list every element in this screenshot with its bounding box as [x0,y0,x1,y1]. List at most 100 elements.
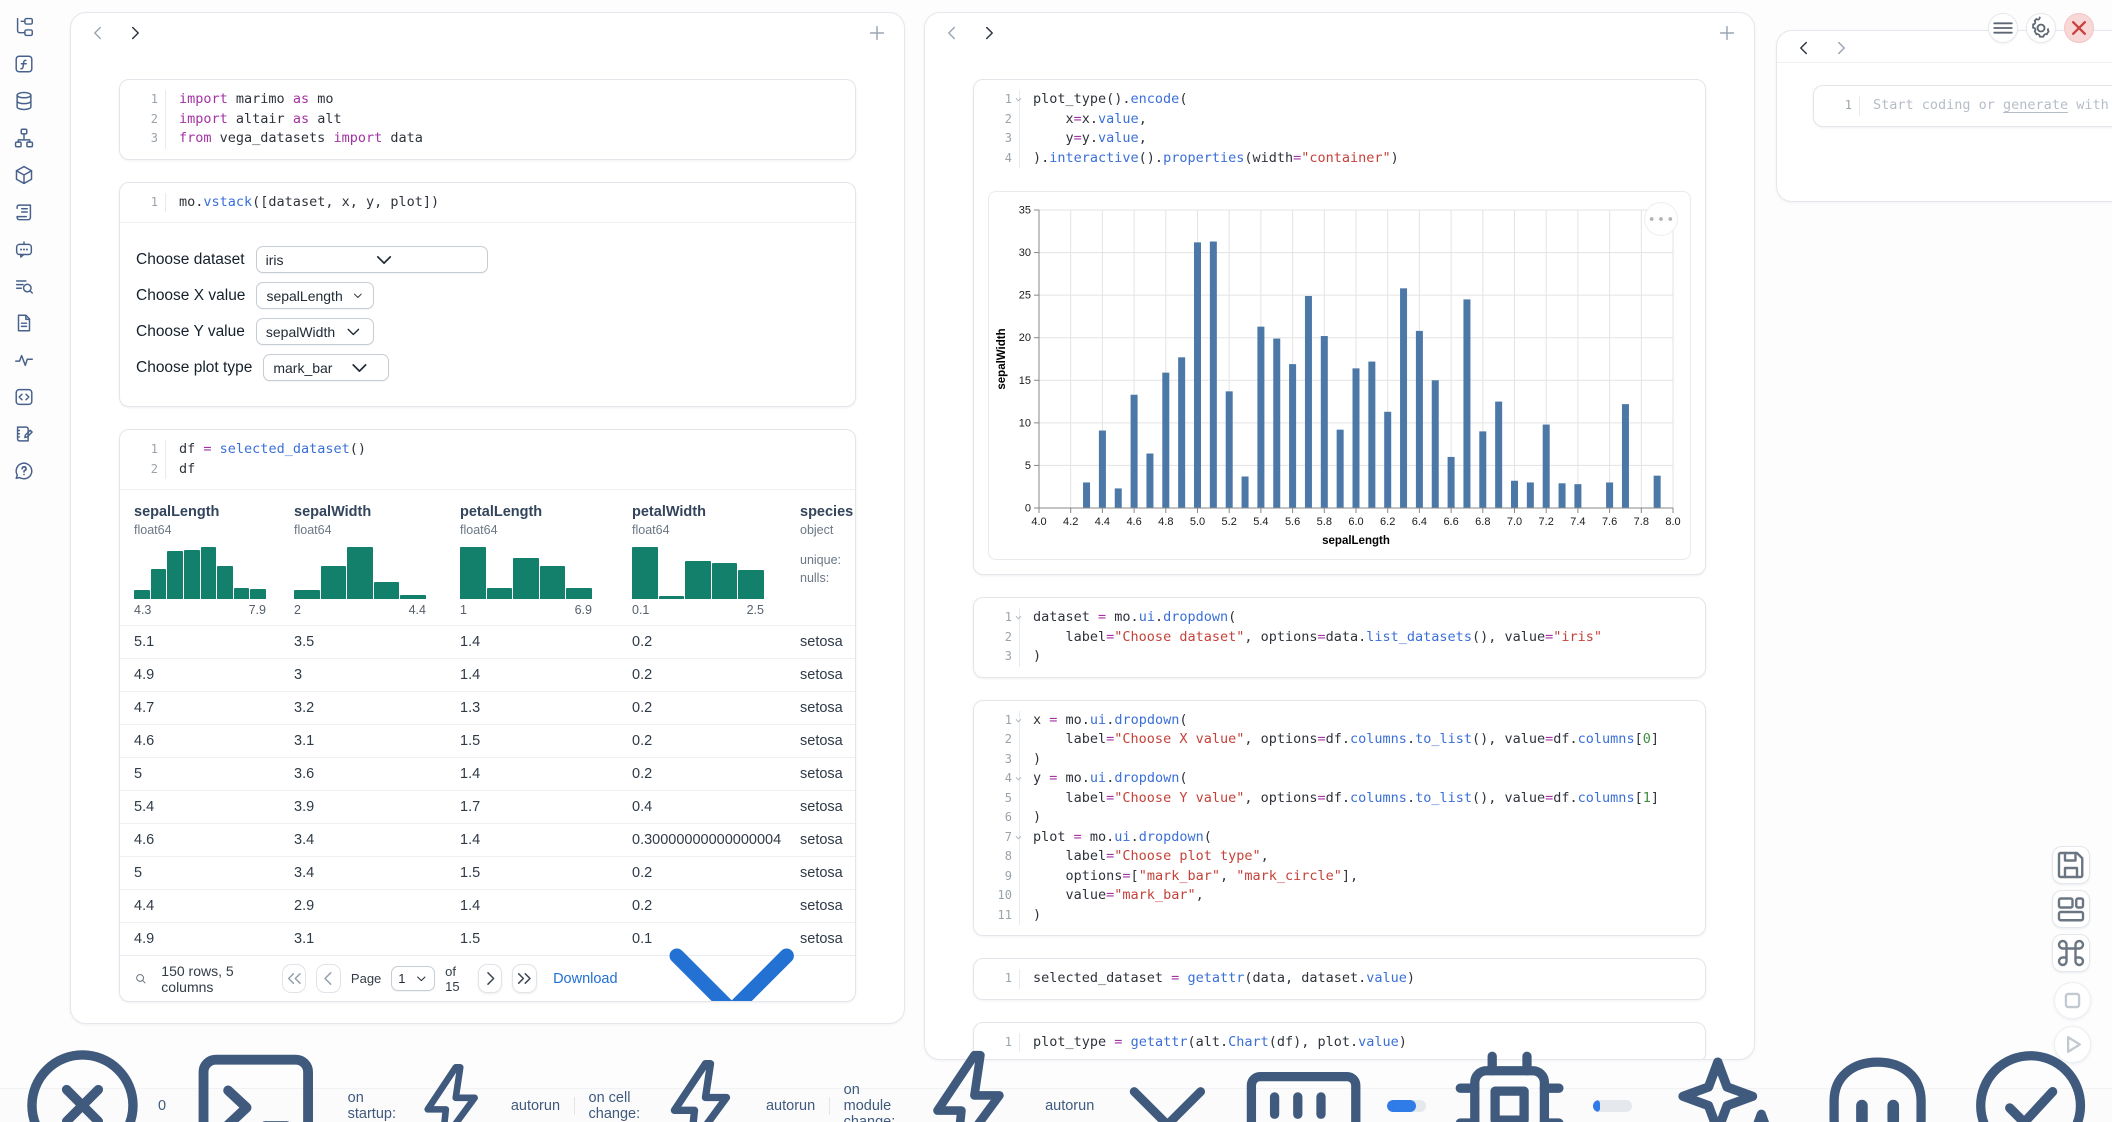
on-cell-change-setting[interactable]: on cell change: autorun [589,1050,816,1122]
terminal-button[interactable] [182,1032,330,1122]
layout-button[interactable] [2052,890,2090,928]
line-number: 6 [974,808,1020,828]
code-editor[interactable]: 1x = mo.ui.dropdown(2 label="Choose X va… [974,701,1705,936]
connection-status-icon[interactable] [1961,1036,2100,1122]
imports-cell[interactable]: 1import marimo as mo2import altair as al… [119,79,856,160]
settings-gear-icon[interactable] [2026,13,2056,43]
table-column-header[interactable]: sepalLengthfloat644.37.9 [134,504,294,617]
close-icon[interactable] [2064,13,2094,43]
chat-bot-icon[interactable] [13,238,35,260]
code-editor[interactable]: 1mo.vstack([dataset, x, y, plot]) [120,183,855,223]
column-move-left-icon[interactable] [87,22,109,44]
package-icon[interactable] [13,164,35,186]
code-block-icon[interactable] [13,386,35,408]
code-line: 10 value="mark_bar", [974,886,1705,906]
code-line: 2import altair as alt [120,110,855,130]
column-move-left-icon[interactable] [941,22,963,44]
table-row[interactable]: 4.63.41.40.30000000000000004setosa [120,823,855,856]
xy-plot-dropdown-cell[interactable]: 1x = mo.ui.dropdown(2 label="Choose X va… [973,700,1706,937]
choose-dataset-select[interactable]: iris [256,246,488,273]
svg-text:20: 20 [1019,332,1031,344]
zap-icon [403,1055,504,1122]
code-line: 1selected_dataset = getattr(data, datase… [974,969,1705,989]
table-row[interactable]: 4.63.11.50.2setosa [120,724,855,757]
table-column-header[interactable]: speciesobjectunique:nulls: [800,504,855,617]
choose-y-value-select[interactable]: sepalWidth [256,318,374,345]
previous-page-button[interactable] [316,964,341,993]
tracing-icon[interactable] [13,349,35,371]
table-row[interactable]: 53.61.40.2setosa [120,757,855,790]
choose-plot-type-select[interactable]: mark_bar [263,354,389,381]
choose-x-value-select[interactable]: sepalLength [256,282,374,309]
page-select[interactable]: 1 [391,966,435,991]
selected-dataset-cell[interactable]: 1selected_dataset = getattr(data, datase… [973,958,1706,1000]
column-toolbar [71,13,904,53]
last-page-button[interactable] [512,964,537,993]
plot-cell[interactable]: 1plot_type().encode(2 x=x.value,3 y=y.va… [973,79,1706,575]
file-tree-icon[interactable] [13,16,35,38]
first-page-button[interactable] [282,964,307,993]
fold-chevron-icon[interactable] [1014,613,1023,622]
column-move-right-icon[interactable] [124,22,146,44]
code-editor[interactable]: 1plot_type().encode(2 x=x.value,3 y=y.va… [974,80,1705,178]
code-editor[interactable]: 1dataset = mo.ui.dropdown(2 label="Choos… [974,598,1705,677]
stop-button[interactable] [2054,982,2091,1019]
table-row[interactable]: 5.13.51.40.2setosa [120,625,855,658]
next-page-button[interactable] [478,964,503,993]
fold-chevron-icon[interactable] [1014,716,1023,725]
table-row[interactable]: 4.931.40.2setosa [120,658,855,691]
dataset-dropdown-cell[interactable]: 1dataset = mo.ui.dropdown(2 label="Choos… [973,597,1706,678]
code-line: 7plot = mo.ui.dropdown( [974,828,1705,848]
code-editor[interactable]: 1import marimo as mo2import altair as al… [120,80,855,159]
error-count: 0 [158,1098,166,1114]
table-column-header[interactable]: sepalWidthfloat6424.4 [294,504,460,617]
chart-options-icon[interactable] [1644,202,1678,236]
logs-search-icon[interactable] [13,275,35,297]
fold-chevron-icon[interactable] [1014,774,1023,783]
copilot-icon[interactable] [1808,1036,1947,1122]
code-line: 2df [120,460,855,480]
code-editor[interactable]: 1df = selected_dataset()2df [120,430,855,489]
line-number: 1 [974,969,1020,989]
svg-text:7.8: 7.8 [1634,516,1649,528]
errors-indicator[interactable]: 0 [12,1035,166,1122]
keyboard-shortcuts-button[interactable] [2052,934,2090,972]
document-icon[interactable] [13,312,35,334]
scratchpad-icon[interactable] [13,423,35,445]
table-row[interactable]: 5.43.91.70.4setosa [120,790,855,823]
column-move-right-icon[interactable] [1830,37,1852,59]
dataframe-cell[interactable]: 1df = selected_dataset()2df sepalLengthfl… [119,429,856,1002]
table-column-header[interactable]: petalWidthfloat640.12.5 [632,504,800,617]
fold-chevron-icon[interactable] [1014,95,1023,104]
line-number: 8 [974,847,1020,867]
bar-chart[interactable]: 4.04.24.44.64.85.05.25.45.65.86.06.26.46… [993,200,1685,552]
function-square-icon[interactable] [13,53,35,75]
dependency-graph-icon[interactable] [13,127,35,149]
table-row[interactable]: 4.73.21.30.2setosa [120,691,855,724]
status-bar: 0 on startup: autorun on cell change: au… [0,1088,2112,1122]
fold-chevron-icon[interactable] [1014,833,1023,842]
on-module-change-setting[interactable]: on module change: autorun [844,1039,1234,1122]
sidebar-rail [0,0,48,1088]
control-row: Choose Y valuesepalWidth [136,318,839,345]
download-button[interactable]: Download [553,869,841,1002]
table-column-header[interactable]: petalLengthfloat6416.9 [460,504,632,617]
generate-with-ai-link[interactable]: generate [2003,97,2068,113]
column-move-left-icon[interactable] [1793,37,1815,59]
code-editor[interactable]: 1selected_dataset = getattr(data, datase… [974,959,1705,999]
on-startup-setting[interactable]: on startup: autorun [348,1055,560,1122]
script-icon[interactable] [13,201,35,223]
column-move-right-icon[interactable] [978,22,1000,44]
save-button[interactable] [2052,846,2090,884]
search-icon[interactable] [134,970,147,987]
vstack-cell[interactable]: 1mo.vstack([dataset, x, y, plot]) Choose … [119,182,856,408]
code-placeholder[interactable]: Start coding or generate with [1860,96,2109,116]
add-column-icon[interactable] [1716,22,1738,44]
ai-sparkles-icon[interactable] [1654,1036,1793,1122]
scratchpad-cell[interactable]: 1 Start coding or generate with [1813,85,2112,127]
database-icon[interactable] [13,90,35,112]
add-column-icon[interactable] [866,22,888,44]
help-icon[interactable] [13,460,35,482]
terminal-icon [182,1032,330,1122]
menu-icon[interactable] [1988,13,2018,43]
